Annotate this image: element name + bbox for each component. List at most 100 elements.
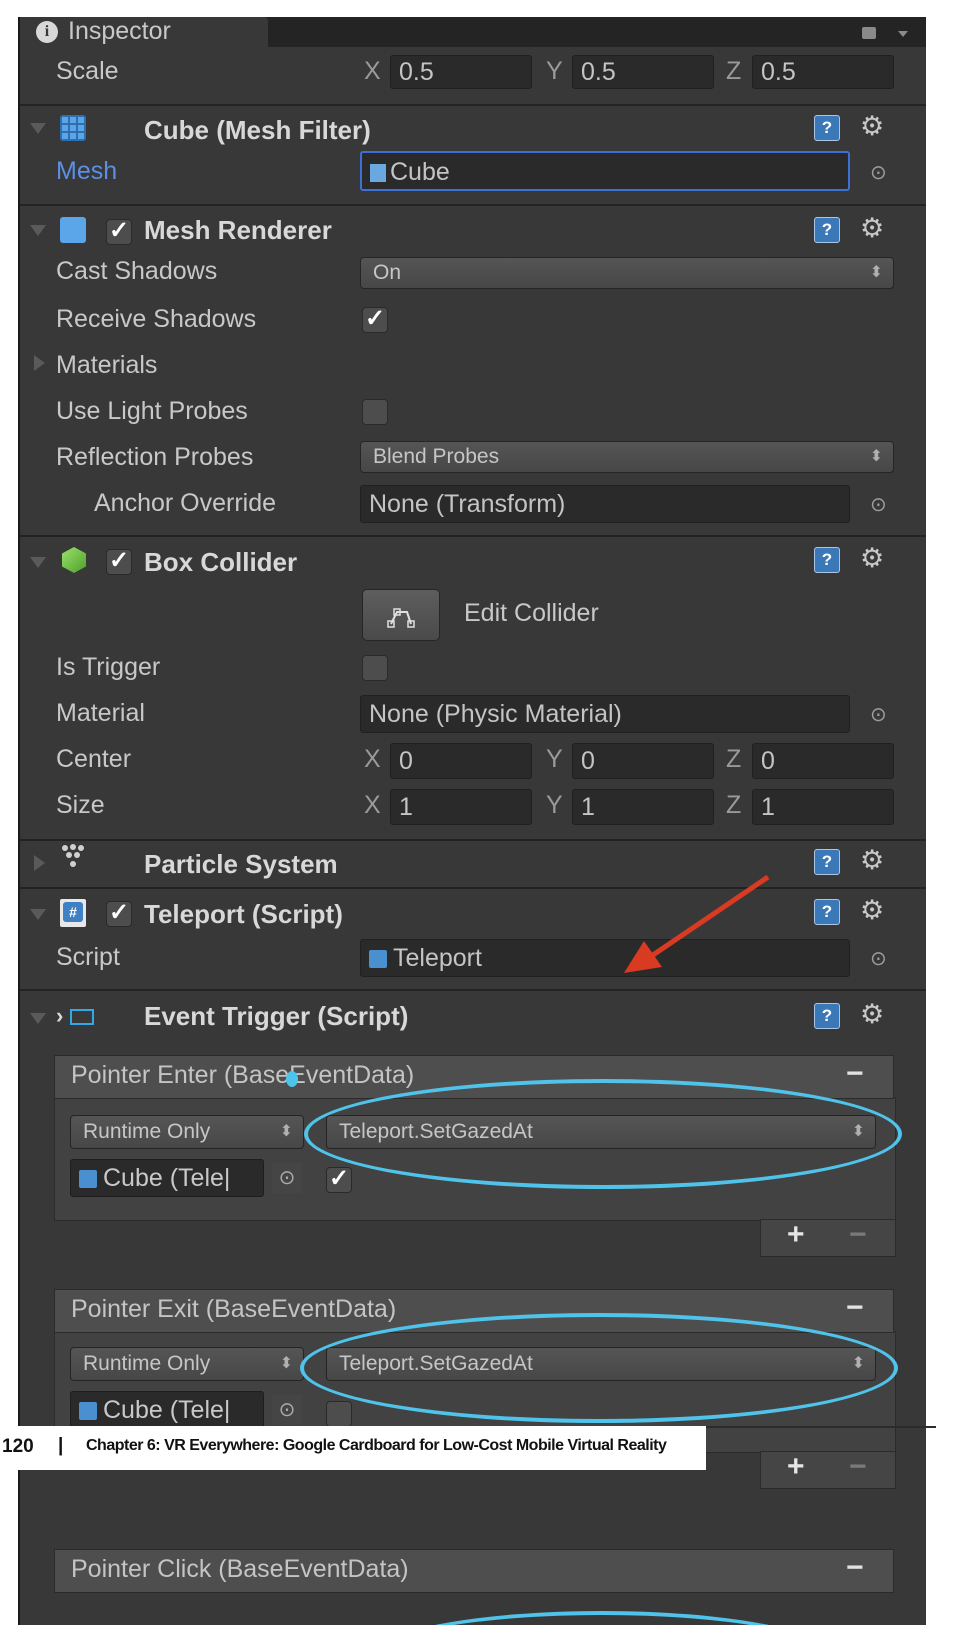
size-x-field[interactable]: 1 — [390, 789, 532, 825]
scale-y-field[interactable]: 0.5 — [572, 55, 714, 89]
mesh-filter-fold-arrow[interactable] — [30, 123, 46, 134]
gear-icon[interactable]: ⚙ — [860, 1001, 884, 1028]
runtime-mode-dropdown[interactable]: Runtime Only ⬍ — [70, 1115, 304, 1149]
edit-collider-icon — [387, 608, 415, 628]
gear-icon[interactable]: ⚙ — [860, 215, 884, 242]
material-target-icon[interactable]: ⊙ — [870, 705, 887, 725]
materials-fold-arrow[interactable] — [34, 355, 45, 371]
remove-event-button[interactable]: − — [846, 1291, 864, 1325]
popup-arrow-icon: ⬍ — [869, 264, 883, 281]
scale-z-field[interactable]: 0.5 — [752, 55, 894, 89]
add-remove-buttons: + − — [760, 1218, 896, 1257]
runtime-mode-dropdown[interactable]: Runtime Only ⬍ — [70, 1347, 304, 1381]
help-icon[interactable]: ? — [814, 899, 840, 925]
reflection-probes-dropdown[interactable]: Blend Probes ⬍ — [360, 441, 894, 473]
is-trigger-checkbox[interactable] — [362, 655, 388, 681]
gear-icon[interactable]: ⚙ — [860, 545, 884, 572]
annotation-arrow-icon — [624, 874, 770, 973]
divider — [20, 104, 926, 106]
size-x-axis-label: X — [364, 791, 381, 819]
help-icon[interactable]: ? — [814, 217, 840, 243]
object-target-icon[interactable]: ⊙ — [272, 1395, 302, 1425]
box-collider-title: Box Collider — [144, 547, 298, 577]
remove-event-button[interactable]: − — [846, 1057, 864, 1091]
add-listener-button[interactable]: + — [787, 1218, 805, 1252]
materials-label: Materials — [56, 351, 158, 379]
help-icon[interactable]: ? — [814, 547, 840, 573]
anchor-override-field[interactable]: None (Transform) — [360, 485, 850, 523]
divider — [20, 989, 926, 991]
runtime-mode-value: Runtime Only — [83, 1120, 211, 1143]
gear-icon[interactable]: ⚙ — [860, 897, 884, 924]
event-trigger-fold-arrow[interactable] — [30, 1013, 46, 1024]
size-z-field[interactable]: 1 — [752, 789, 894, 825]
center-label: Center — [56, 745, 132, 773]
use-light-probes-checkbox[interactable] — [362, 399, 388, 425]
center-z-axis-label: Z — [726, 745, 742, 773]
center-x-axis-label: X — [364, 745, 381, 773]
help-icon[interactable]: ? — [814, 849, 840, 875]
mesh-field[interactable]: Cube — [360, 151, 850, 191]
center-x-field[interactable]: 0 — [390, 743, 532, 779]
highlight-ring — [300, 1313, 898, 1423]
cast-shadows-value: On — [373, 261, 402, 284]
highlight-dot — [286, 1071, 298, 1087]
edit-collider-button[interactable] — [362, 589, 440, 641]
scale-x-field[interactable]: 0.5 — [390, 55, 532, 89]
help-icon[interactable]: ? — [814, 1003, 840, 1029]
pointer-click-event-header: Pointer Click (BaseEventData) — [54, 1549, 894, 1593]
gear-icon[interactable]: ⚙ — [860, 847, 884, 874]
lock-icon[interactable] — [862, 27, 876, 39]
receive-shadows-checkbox[interactable]: ✓ — [362, 307, 388, 333]
center-y-field[interactable]: 0 — [572, 743, 714, 779]
material-field[interactable]: None (Physic Material) — [360, 695, 850, 733]
scale-z-axis-label: Z — [726, 57, 742, 85]
box-collider-fold-arrow[interactable] — [30, 557, 46, 568]
argument-checkbox[interactable] — [326, 1401, 352, 1427]
teleport-enabled-checkbox[interactable]: ✓ — [106, 901, 132, 927]
popup-arrow-icon: ⬍ — [279, 1123, 293, 1140]
inspector-tab[interactable]: i Inspector — [20, 17, 268, 49]
argument-checkbox[interactable]: ✓ — [326, 1167, 352, 1193]
remove-listener-button[interactable]: − — [849, 1218, 867, 1252]
target-object-field[interactable]: Cube (Tele| — [70, 1159, 264, 1197]
object-target-icon[interactable]: ⊙ — [272, 1163, 302, 1193]
anchor-override-label: Anchor Override — [94, 489, 277, 517]
highlight-ring — [304, 1079, 902, 1189]
page-number: 120 — [2, 1436, 34, 1457]
help-icon[interactable]: ? — [814, 115, 840, 141]
scale-x-axis-label: X — [364, 57, 381, 85]
mesh-renderer-title: Mesh Renderer — [144, 215, 332, 245]
popup-arrow-icon: ⬍ — [279, 1355, 293, 1372]
mesh-target-icon[interactable]: ⊙ — [870, 163, 887, 183]
mesh-renderer-fold-arrow[interactable] — [30, 225, 46, 236]
size-y-field[interactable]: 1 — [572, 789, 714, 825]
mesh-asset-icon — [370, 164, 386, 182]
gear-icon[interactable]: ⚙ — [860, 113, 884, 140]
pointer-click-event-title: Pointer Click (BaseEventData) — [71, 1555, 409, 1583]
particle-system-fold-arrow[interactable] — [34, 855, 45, 871]
mesh-renderer-enabled-checkbox[interactable]: ✓ — [106, 219, 132, 245]
popup-arrow-icon: ⬍ — [869, 448, 883, 465]
mesh-label: Mesh — [56, 157, 118, 185]
center-z-field[interactable]: 0 — [752, 743, 894, 779]
mesh-renderer-icon — [60, 217, 86, 243]
target-object-field[interactable]: Cube (Tele| — [70, 1391, 264, 1429]
mesh-filter-title: Cube (Mesh Filter) — [144, 115, 371, 145]
mesh-filter-icon — [60, 115, 86, 141]
mesh-value: Cube — [390, 158, 450, 186]
divider — [20, 204, 926, 206]
cast-shadows-dropdown[interactable]: On ⬍ — [360, 257, 894, 289]
anchor-override-target-icon[interactable]: ⊙ — [870, 495, 887, 515]
script-value: Teleport — [393, 944, 482, 972]
box-collider-icon — [62, 547, 86, 573]
teleport-fold-arrow[interactable] — [30, 909, 46, 920]
script-label: Script — [56, 943, 120, 971]
use-light-probes-label: Use Light Probes — [56, 397, 248, 425]
panel-menu-icon[interactable] — [898, 31, 908, 37]
script-asset-icon — [79, 1170, 97, 1188]
size-y-axis-label: Y — [546, 791, 563, 819]
box-collider-enabled-checkbox[interactable]: ✓ — [106, 549, 132, 575]
script-target-icon[interactable]: ⊙ — [870, 949, 887, 969]
remove-event-button[interactable]: − — [846, 1551, 864, 1585]
